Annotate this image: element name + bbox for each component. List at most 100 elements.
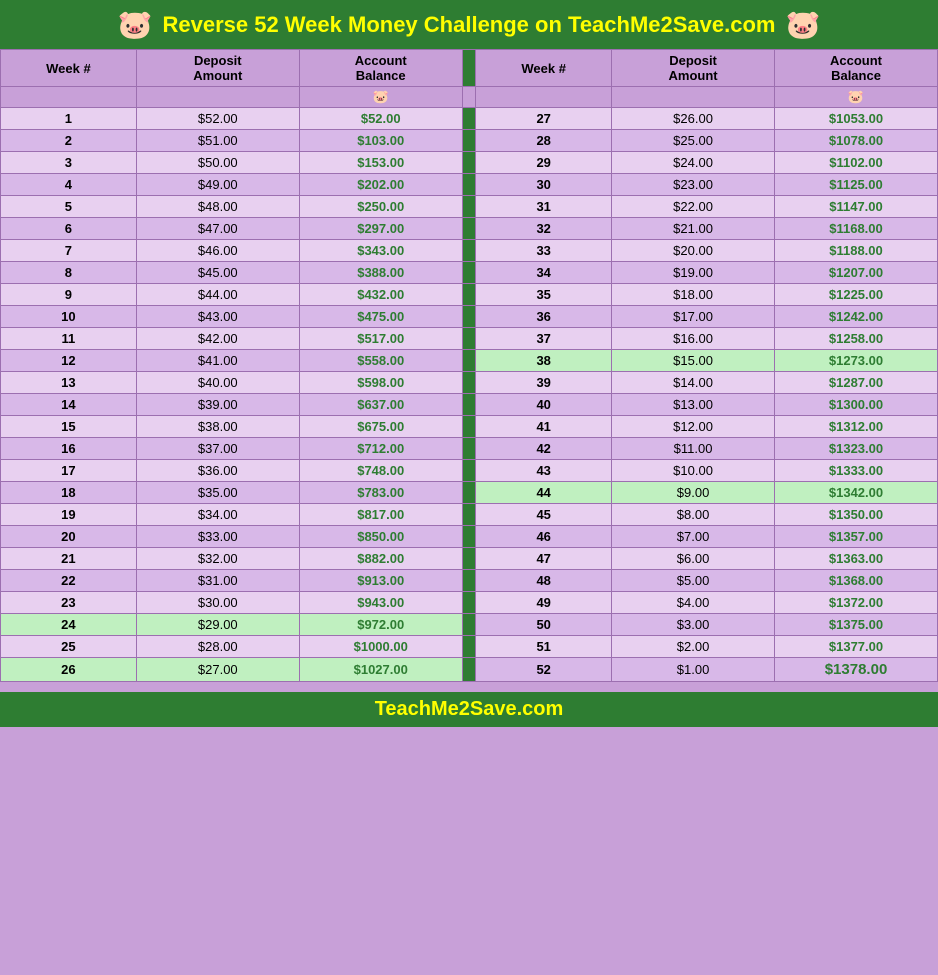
left-deposit: $30.00 <box>136 592 299 614</box>
left-week-num: 22 <box>1 570 137 592</box>
right-deposit: $9.00 <box>612 482 775 504</box>
left-deposit: $50.00 <box>136 152 299 174</box>
table-body: 1$52.00$52.0027$26.00$1053.002$51.00$103… <box>1 108 938 682</box>
right-balance: $1350.00 <box>775 504 938 526</box>
left-deposit: $29.00 <box>136 614 299 636</box>
pig-icon-left: 🐷 <box>118 8 153 41</box>
row-divider <box>462 372 476 394</box>
right-week-num: 29 <box>476 152 612 174</box>
right-balance: $1363.00 <box>775 548 938 570</box>
right-deposit: $7.00 <box>612 526 775 548</box>
right-balance: $1333.00 <box>775 460 938 482</box>
row-divider <box>462 482 476 504</box>
right-week-num: 33 <box>476 240 612 262</box>
right-deposit: $18.00 <box>612 284 775 306</box>
right-balance: $1312.00 <box>775 416 938 438</box>
right-balance: $1357.00 <box>775 526 938 548</box>
right-week-num: 50 <box>476 614 612 636</box>
right-deposit: $16.00 <box>612 328 775 350</box>
table-row: 15$38.00$675.0041$12.00$1312.00 <box>1 416 938 438</box>
divider-pig <box>462 87 476 108</box>
right-week-num: 28 <box>476 130 612 152</box>
row-divider <box>462 130 476 152</box>
left-week-pig-cell <box>1 87 137 108</box>
table-row: 21$32.00$882.0047$6.00$1363.00 <box>1 548 938 570</box>
right-deposit: $20.00 <box>612 240 775 262</box>
row-divider <box>462 394 476 416</box>
left-week-num: 14 <box>1 394 137 416</box>
left-balance: $297.00 <box>299 218 462 240</box>
main-container: 🐷 Reverse 52 Week Money Challenge on Tea… <box>0 0 938 727</box>
left-balance: $52.00 <box>299 108 462 130</box>
right-deposit: $11.00 <box>612 438 775 460</box>
left-week-num: 17 <box>1 460 137 482</box>
right-balance: $1300.00 <box>775 394 938 416</box>
left-balance: $637.00 <box>299 394 462 416</box>
left-week-header: Week # <box>1 50 137 87</box>
table-row: 26$27.00$1027.0052$1.00$1378.00 <box>1 658 938 682</box>
right-week-num: 49 <box>476 592 612 614</box>
table-row: 17$36.00$748.0043$10.00$1333.00 <box>1 460 938 482</box>
table-row: 8$45.00$388.0034$19.00$1207.00 <box>1 262 938 284</box>
row-divider <box>462 152 476 174</box>
pig-icon-right: 🐷 <box>786 8 821 41</box>
table-row: 5$48.00$250.0031$22.00$1147.00 <box>1 196 938 218</box>
table-row: 2$51.00$103.0028$25.00$1078.00 <box>1 130 938 152</box>
right-week-num: 36 <box>476 306 612 328</box>
right-deposit: $4.00 <box>612 592 775 614</box>
right-balance: $1188.00 <box>775 240 938 262</box>
right-balance: $1125.00 <box>775 174 938 196</box>
table-row: 10$43.00$475.0036$17.00$1242.00 <box>1 306 938 328</box>
right-week-num: 45 <box>476 504 612 526</box>
left-week-num: 25 <box>1 636 137 658</box>
left-balance: $388.00 <box>299 262 462 284</box>
left-week-num: 7 <box>1 240 137 262</box>
right-deposit: $10.00 <box>612 460 775 482</box>
row-divider <box>462 328 476 350</box>
right-deposit: $21.00 <box>612 218 775 240</box>
table-row: 25$28.00$1000.0051$2.00$1377.00 <box>1 636 938 658</box>
left-balance: $850.00 <box>299 526 462 548</box>
right-week-num: 35 <box>476 284 612 306</box>
right-balance: $1242.00 <box>775 306 938 328</box>
row-divider <box>462 460 476 482</box>
left-deposit: $40.00 <box>136 372 299 394</box>
left-week-num: 6 <box>1 218 137 240</box>
footer-text: TeachMe2Save.com <box>375 698 564 720</box>
left-deposit-header: DepositAmount <box>136 50 299 87</box>
left-deposit: $32.00 <box>136 548 299 570</box>
right-week-num: 46 <box>476 526 612 548</box>
left-balance-header: AccountBalance <box>299 50 462 87</box>
table-row: 13$40.00$598.0039$14.00$1287.00 <box>1 372 938 394</box>
right-balance: $1378.00 <box>775 658 938 682</box>
left-deposit: $43.00 <box>136 306 299 328</box>
table-row: 12$41.00$558.0038$15.00$1273.00 <box>1 350 938 372</box>
left-week-num: 5 <box>1 196 137 218</box>
left-week-num: 4 <box>1 174 137 196</box>
left-deposit: $34.00 <box>136 504 299 526</box>
left-balance: $913.00 <box>299 570 462 592</box>
row-divider <box>462 174 476 196</box>
row-divider <box>462 526 476 548</box>
right-week-num: 51 <box>476 636 612 658</box>
right-week-num: 38 <box>476 350 612 372</box>
right-week-header: Week # <box>476 50 612 87</box>
right-week-num: 37 <box>476 328 612 350</box>
right-balance-pig-cell: 🐷 <box>775 87 938 108</box>
left-week-num: 11 <box>1 328 137 350</box>
right-deposit: $19.00 <box>612 262 775 284</box>
table-row: 4$49.00$202.0030$23.00$1125.00 <box>1 174 938 196</box>
left-week-num: 1 <box>1 108 137 130</box>
right-balance: $1147.00 <box>775 196 938 218</box>
left-deposit: $46.00 <box>136 240 299 262</box>
left-deposit: $35.00 <box>136 482 299 504</box>
right-deposit: $8.00 <box>612 504 775 526</box>
left-balance: $748.00 <box>299 460 462 482</box>
left-balance: $432.00 <box>299 284 462 306</box>
table-row: 7$46.00$343.0033$20.00$1188.00 <box>1 240 938 262</box>
table-row: 18$35.00$783.0044$9.00$1342.00 <box>1 482 938 504</box>
right-deposit: $24.00 <box>612 152 775 174</box>
right-week-pig-cell <box>476 87 612 108</box>
right-week-num: 32 <box>476 218 612 240</box>
left-balance: $250.00 <box>299 196 462 218</box>
